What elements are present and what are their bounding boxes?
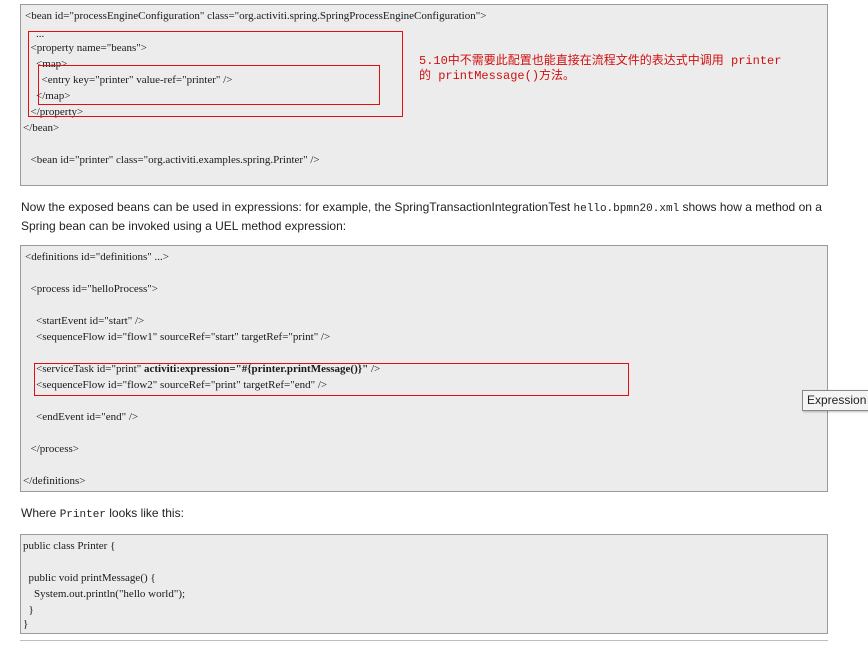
code-line: <endEvent id="end" />	[25, 411, 139, 423]
code-line: </definitions>	[23, 475, 86, 487]
paragraph-text: Now the exposed beans can be used in exp…	[21, 200, 574, 214]
code-line: public void printMessage() {	[23, 572, 156, 584]
paragraph-text: Where	[21, 506, 60, 520]
code-line: <sequenceFlow id="flow1" sourceRef="star…	[25, 331, 331, 343]
inline-code-filename: hello.bpmn20.xml	[573, 203, 680, 215]
code-line: }	[23, 618, 29, 630]
code-line: <bean id="processEngineConfiguration" cl…	[25, 10, 487, 22]
code-line: System.out.println("hello world");	[23, 588, 186, 600]
paragraph-text: looks like this:	[105, 506, 184, 520]
paragraph-printer: Where Printer looks like this:	[21, 505, 833, 524]
code-line: <process id="helloProcess">	[25, 283, 159, 295]
annotation-note: 5.10中不需要此配置也能直接在流程文件的表达式中调用 printer 的 pr…	[419, 54, 839, 84]
code-line: public class Printer {	[23, 540, 116, 552]
code-line: <startEvent id="start" />	[25, 315, 145, 327]
highlight-box-entry	[38, 65, 380, 105]
tooltip: Expression	[802, 390, 868, 411]
code-block-printer-class: public class Printer { public void print…	[20, 534, 828, 634]
annotation-line: 5.10中不需要此配置也能直接在流程文件的表达式中调用 printer	[419, 54, 782, 68]
code-line: <definitions id="definitions" ...>	[25, 251, 169, 263]
code-line: }	[23, 604, 34, 616]
code-line: <bean id="printer" class="org.activiti.e…	[25, 154, 320, 166]
divider	[20, 640, 828, 641]
annotation-line: 的 printMessage()方法。	[419, 69, 576, 83]
code-line: </process>	[25, 443, 79, 455]
paragraph-expressions: Now the exposed beans can be used in exp…	[21, 199, 833, 235]
code-line: </bean>	[23, 122, 60, 134]
inline-code-class: Printer	[59, 509, 106, 521]
highlight-box-service-task	[34, 363, 629, 396]
